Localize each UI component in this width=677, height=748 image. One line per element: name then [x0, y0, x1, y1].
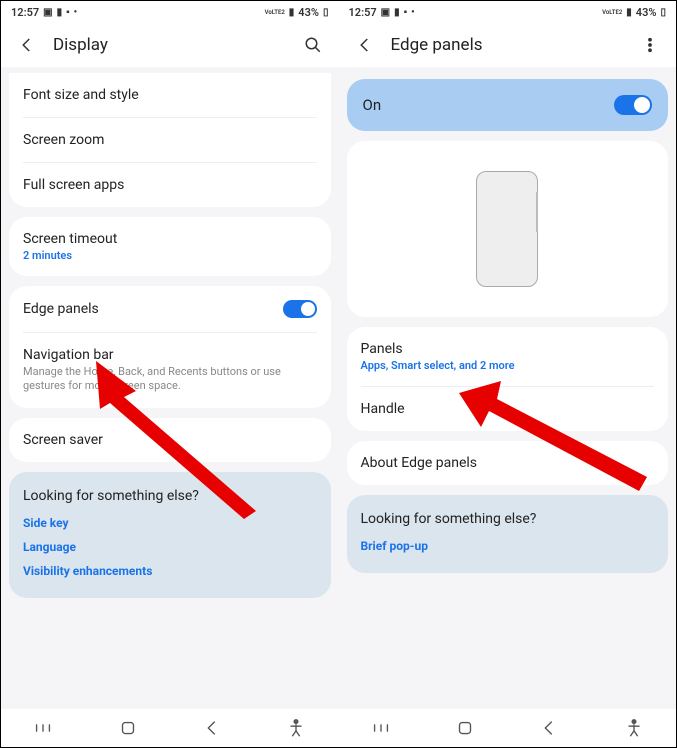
timeout-value: 2 minutes [23, 249, 317, 262]
search-icon[interactable] [303, 35, 323, 55]
recents-button[interactable] [32, 717, 54, 739]
display-group-3: Edge panels Navigation bar Manage the Ho… [9, 286, 331, 408]
page-title: Display [53, 35, 287, 55]
full-screen-apps-row[interactable]: Full screen apps [23, 163, 317, 207]
panels-subtitle: Apps, Smart select, and 2 more [361, 359, 655, 372]
edge-group-1: Panels Apps, Smart select, and 2 more Ha… [347, 327, 669, 431]
panels-row[interactable]: Panels Apps, Smart select, and 2 more [361, 327, 655, 387]
display-group-2: Screen timeout 2 minutes [9, 217, 331, 276]
looking-for-card: Looking for something else? Brief pop-up [347, 495, 669, 573]
battery-icon: ▯ [660, 7, 666, 18]
header: Display [1, 23, 339, 67]
on-label: On [363, 96, 382, 114]
link-brief-popup[interactable]: Brief pop-up [361, 539, 655, 553]
link-side-key[interactable]: Side key [23, 516, 317, 530]
page-title: Edge panels [391, 35, 625, 55]
nav-bar [339, 709, 677, 747]
looking-for-title: Looking for something else? [361, 511, 655, 527]
clock: 12:57 [349, 6, 377, 19]
accessibility-button[interactable] [623, 717, 645, 739]
camera-icon: ▣ [43, 7, 52, 18]
home-button[interactable] [454, 717, 476, 739]
link-language[interactable]: Language [23, 540, 317, 554]
looking-for-title: Looking for something else? [23, 488, 317, 504]
dot-icon: • [74, 7, 78, 18]
navigation-bar-row[interactable]: Navigation bar Manage the Home, Back, an… [23, 333, 317, 408]
display-group-4: Screen saver [9, 418, 331, 462]
edge-panels-screen: 12:57 ▣ ▮ ▪ • VoLTE2 ▮ 43% ▯ Edge panels… [339, 1, 677, 747]
screen-saver-row[interactable]: Screen saver [23, 418, 317, 462]
display-group-1: Font size and style Screen zoom Full scr… [9, 73, 331, 207]
font-size-row[interactable]: Font size and style [23, 73, 317, 118]
home-button[interactable] [117, 717, 139, 739]
edge-panels-row[interactable]: Edge panels [23, 286, 317, 333]
master-toggle-card[interactable]: On [347, 79, 669, 131]
display-settings-screen: 12:57 ▣ ▮ ▪ • VoLTE2 ▮ 43% ▯ Display Fon… [1, 1, 339, 747]
more-icon[interactable] [640, 35, 660, 55]
screen-zoom-row[interactable]: Screen zoom [23, 118, 317, 163]
lte-icon: VoLTE2 [602, 9, 622, 16]
back-button[interactable] [538, 717, 560, 739]
nav-bar [1, 709, 339, 747]
preview-card [347, 141, 669, 317]
edge-group-2: About Edge panels [347, 441, 669, 485]
link-visibility-enhancements[interactable]: Visibility enhancements [23, 564, 317, 578]
master-toggle[interactable] [614, 95, 652, 115]
about-row[interactable]: About Edge panels [361, 441, 655, 485]
signal-icon: ▮ [289, 7, 295, 18]
status-bar: 12:57 ▣ ▮ ▪ • VoLTE2 ▮ 43% ▯ [339, 1, 677, 23]
battery-icon: ▯ [323, 7, 329, 18]
edge-panels-toggle[interactable] [283, 300, 317, 318]
signal-icon: ▮ [626, 7, 632, 18]
back-button[interactable] [201, 717, 223, 739]
back-icon[interactable] [17, 35, 37, 55]
screen-timeout-row[interactable]: Screen timeout 2 minutes [23, 217, 317, 276]
bag-icon: ▮ [394, 7, 400, 18]
battery-pct: 43% [298, 6, 319, 19]
lte-icon: VoLTE2 [265, 9, 285, 16]
header: Edge panels [339, 23, 677, 67]
status-bar: 12:57 ▣ ▮ ▪ • VoLTE2 ▮ 43% ▯ [1, 1, 339, 23]
accessibility-button[interactable] [285, 717, 307, 739]
looking-for-card: Looking for something else? Side key Lan… [9, 472, 331, 598]
back-icon[interactable] [355, 35, 375, 55]
handle-row[interactable]: Handle [361, 387, 655, 431]
battery-pct: 43% [636, 6, 657, 19]
recents-button[interactable] [370, 717, 392, 739]
camera-icon: ▣ [381, 7, 390, 18]
phone-preview-icon [476, 171, 538, 287]
chat-icon: ▪ [404, 7, 408, 18]
chat-icon: ▪ [66, 7, 70, 18]
clock: 12:57 [11, 6, 39, 19]
bag-icon: ▮ [57, 7, 63, 18]
dot-icon: • [411, 7, 415, 18]
navigation-bar-desc: Manage the Home, Back, and Recents butto… [23, 365, 317, 394]
